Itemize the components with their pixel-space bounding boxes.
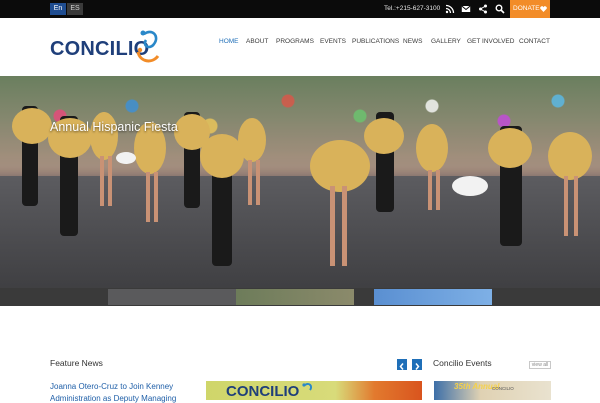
news-prev-button[interactable] bbox=[397, 359, 407, 370]
news-image-brand: CONCILIO bbox=[226, 383, 300, 400]
language-en-button[interactable]: En bbox=[50, 3, 66, 15]
news-image[interactable]: CONCILIO bbox=[206, 381, 422, 400]
hero-caption: Annual Hispanic Fiesta bbox=[50, 120, 178, 134]
nav-programs[interactable]: PROGRAMS bbox=[276, 36, 314, 48]
feature-news-title: Feature News bbox=[50, 358, 103, 368]
chevron-right-icon bbox=[415, 363, 420, 370]
phone-number: Tel.:+215-627-3100 bbox=[384, 5, 441, 12]
news-next-button[interactable] bbox=[412, 359, 422, 370]
chevron-left-icon bbox=[399, 363, 404, 370]
site-header: CONCILIO HOME ABOUT PROGRAMS EVENTS PUBL… bbox=[0, 18, 600, 76]
top-bar: En ES Tel.:+215-627-3100 DONATE bbox=[0, 0, 600, 18]
news-headline-link[interactable]: Joanna Otero-Cruz to Join Kenney bbox=[50, 382, 173, 391]
donate-label: DONATE bbox=[513, 5, 540, 12]
slider-thumbnail[interactable] bbox=[236, 289, 354, 305]
language-es-button[interactable]: ES bbox=[67, 3, 83, 15]
rss-icon[interactable] bbox=[445, 4, 455, 14]
email-icon[interactable] bbox=[461, 4, 471, 14]
events-title: Concilio Events bbox=[433, 358, 492, 368]
nav-get-involved[interactable]: GET INVOLVED bbox=[467, 36, 514, 48]
heart-icon bbox=[540, 6, 547, 12]
nav-contact[interactable]: CONTACT bbox=[519, 36, 550, 48]
search-icon[interactable] bbox=[495, 4, 505, 14]
view-all-button[interactable]: view all bbox=[529, 361, 551, 369]
logo-swirl-icon bbox=[136, 30, 160, 63]
event-image[interactable]: 35th Annual CONCILIO bbox=[434, 381, 551, 400]
donate-button[interactable]: DONATE bbox=[510, 0, 550, 18]
nav-about[interactable]: ABOUT bbox=[246, 36, 268, 48]
event-image-text: CONCILIO bbox=[492, 386, 514, 391]
hero-dancers-image bbox=[12, 106, 592, 266]
slider-thumbnails bbox=[0, 288, 600, 306]
nav-publications[interactable]: PUBLICATIONS bbox=[352, 36, 399, 48]
nav-events[interactable]: EVENTS bbox=[320, 36, 346, 48]
news-image-logo-icon bbox=[302, 382, 313, 391]
nav-gallery[interactable]: GALLERY bbox=[431, 36, 461, 48]
share-icon[interactable] bbox=[478, 4, 488, 14]
news-headline-link-line2[interactable]: Administration as Deputy Managing bbox=[50, 394, 176, 403]
hero-slider[interactable]: Annual Hispanic Fiesta bbox=[0, 76, 600, 290]
nav-news[interactable]: NEWS bbox=[403, 36, 423, 48]
site-logo[interactable]: CONCILIO bbox=[50, 28, 162, 68]
slider-thumbnail[interactable] bbox=[374, 289, 492, 305]
slider-thumbnail[interactable] bbox=[108, 289, 236, 305]
nav-home[interactable]: HOME bbox=[219, 36, 239, 48]
